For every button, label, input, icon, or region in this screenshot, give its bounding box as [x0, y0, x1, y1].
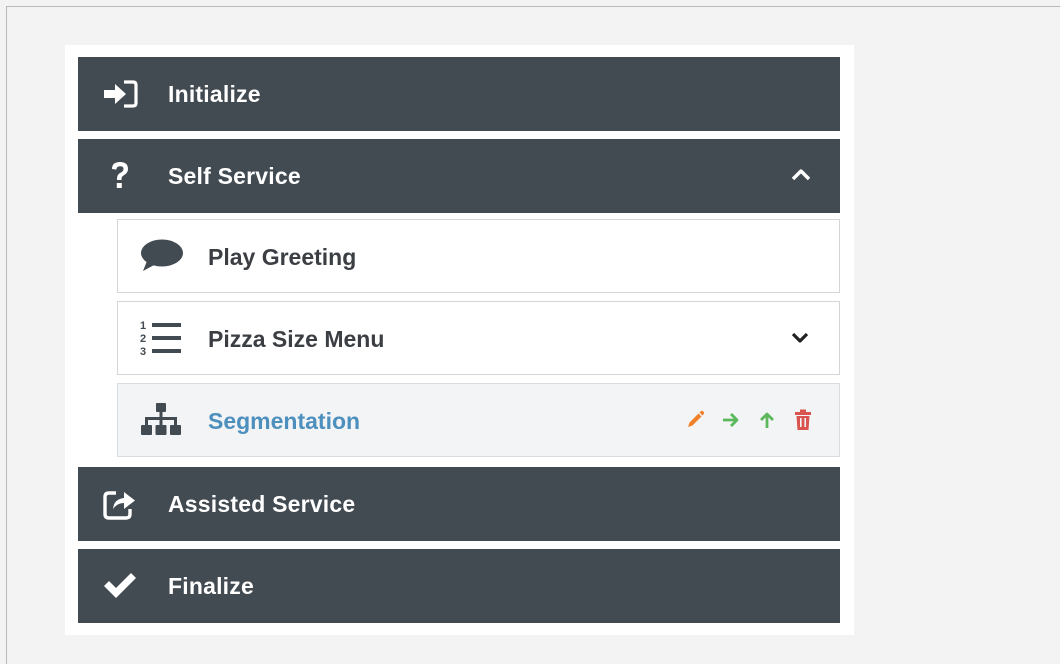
phase-label: Self Service [168, 163, 301, 189]
block-label: Play Greeting [208, 244, 357, 270]
workflow-panel: Initialize Self Service Play Greeting 1 … [65, 45, 854, 635]
phase-label: Finalize [168, 573, 254, 599]
trash-icon[interactable] [793, 409, 813, 431]
sign-in-icon [100, 75, 140, 113]
phase-assisted-service[interactable]: Assisted Service [78, 467, 840, 541]
svg-text:2: 2 [140, 333, 146, 345]
block-segmentation[interactable]: Segmentation [117, 383, 840, 457]
svg-text:1: 1 [140, 320, 146, 332]
ordered-list-icon: 1 2 3 [138, 319, 184, 358]
block-pizza-size-menu[interactable]: 1 2 3 Pizza Size Menu [117, 301, 840, 375]
pencil-icon[interactable] [685, 409, 705, 431]
chevron-up-icon[interactable] [790, 163, 812, 187]
chevron-down-icon[interactable] [789, 326, 811, 350]
block-label: Segmentation [208, 408, 361, 434]
block-play-greeting[interactable]: Play Greeting [117, 219, 840, 293]
check-icon [100, 567, 140, 605]
phase-initialize[interactable]: Initialize [78, 57, 840, 131]
phase-label: Initialize [168, 81, 261, 107]
svg-text:3: 3 [140, 346, 146, 358]
speech-bubble-icon [138, 237, 184, 275]
designer-canvas: Initialize Self Service Play Greeting 1 … [6, 6, 1060, 664]
block-label: Pizza Size Menu [208, 326, 385, 352]
arrow-up-icon[interactable] [757, 409, 777, 431]
phase-finalize[interactable]: Finalize [78, 549, 840, 623]
phase-self-service[interactable]: Self Service [78, 139, 840, 213]
phase-label: Assisted Service [168, 491, 356, 517]
share-icon [100, 485, 140, 523]
sitemap-icon [138, 401, 184, 439]
question-icon [100, 157, 140, 195]
block-actions [685, 408, 813, 432]
arrow-right-icon[interactable] [721, 409, 741, 431]
